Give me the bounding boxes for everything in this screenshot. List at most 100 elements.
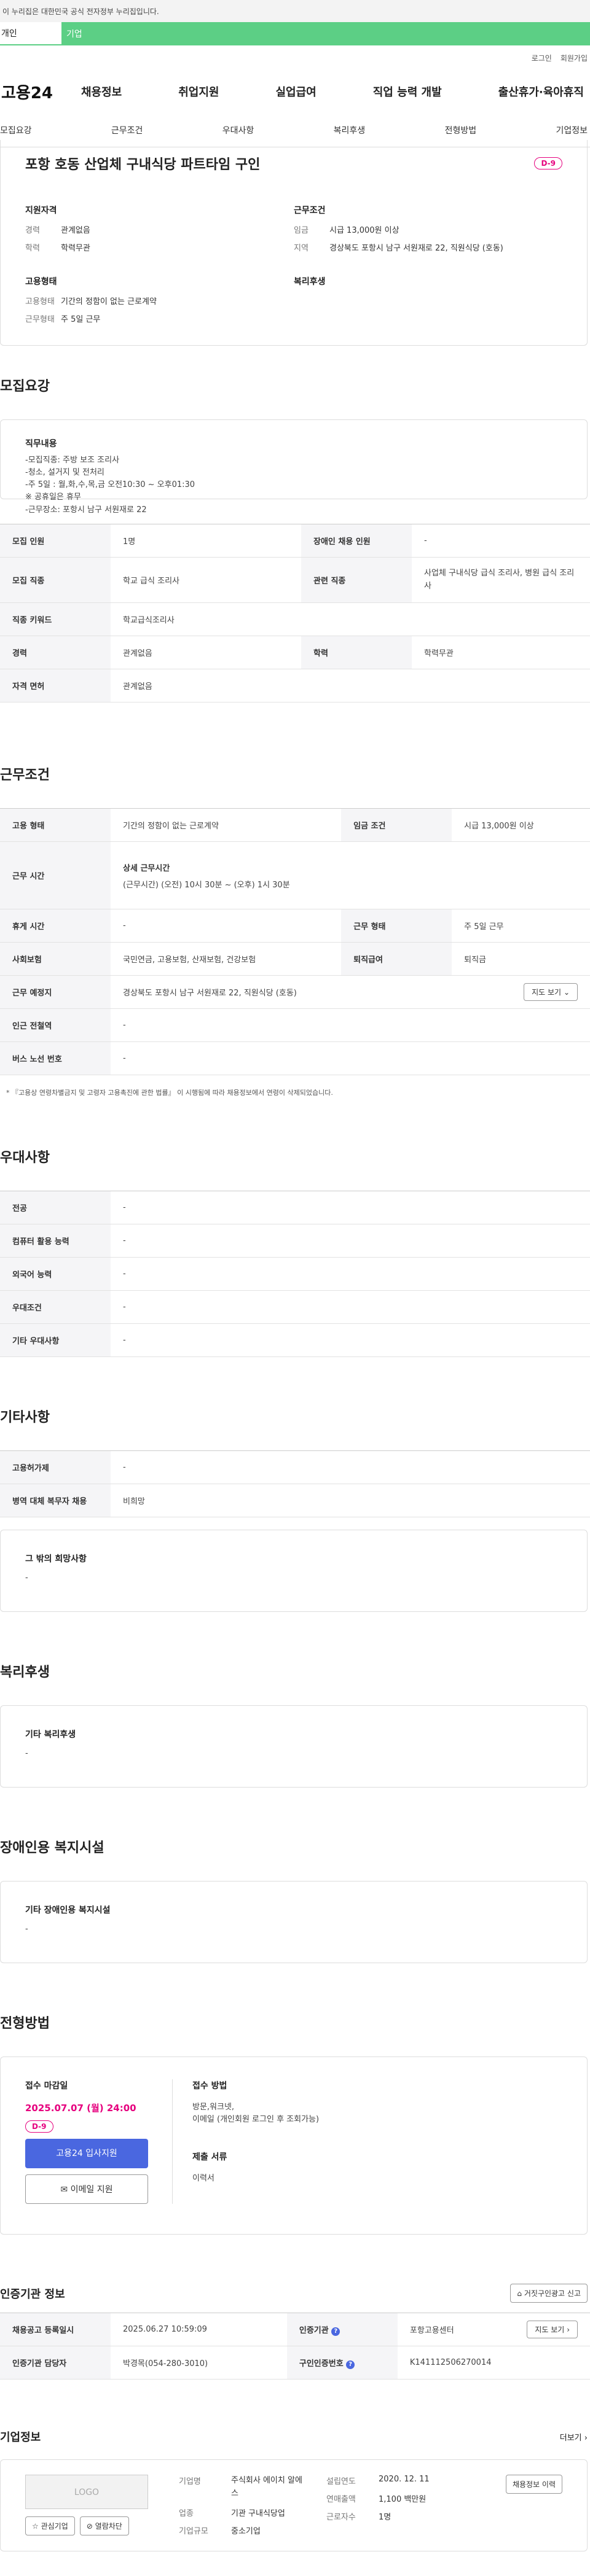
table-row: 근무 시간 상세 근무시간 (근무시간) (오전) 10시 30분 ~ (오후)… [0, 841, 590, 909]
th: 고용 형태 [0, 808, 111, 842]
kv-label: 근무형태 [25, 315, 55, 324]
th: 자격 면허 [0, 669, 111, 702]
td: - [111, 1450, 590, 1484]
th: 휴게 시간 [0, 909, 111, 943]
home-icon: ⌂ [517, 2289, 522, 2298]
chevron-right-icon: › [584, 2433, 588, 2443]
td: - [111, 1224, 590, 1258]
th: 채용공고 등록일시 [0, 2313, 111, 2346]
disabled-box: 기타 장애인용 복지시설 - [0, 1881, 588, 1963]
dday-badge: D-9 [534, 157, 562, 169]
kv-value: 관계없음 [61, 226, 90, 235]
other-wish-value: - [25, 1573, 28, 1582]
info-icon[interactable]: ? [346, 2360, 355, 2369]
th: 인증기관 담당자 [0, 2346, 111, 2379]
tab-business[interactable]: 기업 [61, 22, 590, 45]
kv-label: 기업명 [179, 2477, 201, 2486]
cert-map-button[interactable]: 지도 보기 › [527, 2321, 578, 2338]
login-links: 로그인 회원가입 [0, 45, 590, 70]
company-industry: 기관 구내식당업 [231, 2508, 285, 2518]
cert-agency-value: 포항고용센터 [409, 2326, 454, 2335]
th: 기타 우대사항 [0, 1323, 111, 1357]
duty-box: 직무내용 -모집직종: 주방 보조 조리사 -청소, 설거지 및 전처리 -주 … [0, 419, 588, 515]
mail-icon: ✉ [60, 2185, 68, 2195]
docs-label: 제출 서류 [192, 2152, 227, 2163]
gov-banner: 이 누리집은 대한민국 공식 전자정부 누리집입니다. [0, 0, 590, 22]
tab-individual[interactable]: 개인 [0, 22, 61, 45]
other-wish-box: 그 밖의 희망사항 - [0, 1530, 588, 1612]
company-more-label: 더보기 [559, 2433, 582, 2443]
th: 우대조건 [0, 1290, 111, 1324]
th: 전공 [0, 1191, 111, 1224]
apply-button[interactable]: 고용24 입사지원 [25, 2139, 148, 2168]
company-more-link[interactable]: 더보기 › [560, 2431, 588, 2443]
subnav-conditions[interactable]: 근무조건 [111, 124, 143, 136]
table-row: 컴퓨터 활용 능력 - [0, 1224, 590, 1258]
block-view-button[interactable]: ⊘ 열람차단 [79, 2516, 129, 2535]
kv-label: 설립연도 [326, 2477, 356, 2486]
th: 직종 키워드 [0, 602, 111, 636]
info-icon[interactable]: ? [331, 2327, 340, 2336]
th: 임금 조건 [341, 808, 452, 842]
etc-table: 고용허가제 - 병역 대체 복무자 채용 비희망 [0, 1450, 590, 1517]
table-row: 우대조건 - [0, 1290, 590, 1324]
td: 상세 근무시간 (근무시간) (오전) 10시 30분 ~ (오후) 1시 30… [111, 841, 590, 909]
gnb-item-employment-support[interactable]: 취업지원 [178, 84, 219, 99]
kv-label: 기업규모 [179, 2526, 208, 2536]
th-label: 인증기관 [299, 2325, 329, 2335]
report-fake-ad-button[interactable]: ⌂ 거짓구인광고 신고 [510, 2284, 588, 2303]
job-history-button[interactable]: 채용정보 이력 [505, 2475, 562, 2494]
site-logo[interactable]: 고용24 [1, 80, 69, 103]
table-row: 인증기관 담당자 박경목(054-280-3010) 구인인증번호 ? K141… [0, 2346, 590, 2379]
email-apply-button[interactable]: ✉ 이메일 지원 [25, 2174, 148, 2204]
kv-label: 근로자수 [326, 2513, 356, 2522]
th: 근무 예정지 [0, 975, 111, 1009]
subnav-recruit[interactable]: 모집요강 [0, 124, 32, 136]
company-logo: LOGO [25, 2475, 148, 2509]
kv-label: 학력 [25, 244, 40, 253]
td: 포항고용센터 지도 보기 › [397, 2313, 590, 2346]
td: 관계없음 [111, 669, 590, 702]
subnav-company[interactable]: 기업정보 [556, 124, 588, 136]
td: 경상북도 포항시 남구 서원재로 22, 직원식당 (호동) 지도 보기 ⌄ [111, 975, 590, 1009]
gnb-item-parental-leave[interactable]: 출산휴가·육아휴직 [498, 84, 584, 99]
td: 주 5일 근무 [452, 909, 590, 943]
td: 학교급식조리사 [111, 602, 590, 636]
th: 장애인 채용 인원 [301, 524, 412, 558]
qualification-title: 지원자격 [25, 206, 57, 216]
table-row: 모집 직종 학교 급식 조리사 관련 직종 사업체 구내식당 급식 조리사, 병… [0, 557, 590, 603]
table-row: 모집 인원 1명 장애인 채용 인원 - [0, 524, 590, 558]
table-row: 고용허가제 - [0, 1450, 590, 1484]
signup-link[interactable]: 회원가입 [560, 53, 588, 63]
report-fake-ad-label: 거짓구인광고 신고 [524, 2289, 581, 2298]
favorite-company-button[interactable]: ☆ 관심기업 [25, 2516, 75, 2535]
table-row: 고용 형태 기간의 정함이 없는 근로계약 임금 조건 시급 13,000원 이… [0, 808, 590, 842]
th: 학력 [301, 636, 412, 669]
table-row: 인근 전철역 - [0, 1008, 590, 1042]
subnav-welfare[interactable]: 복리후생 [334, 124, 366, 136]
td: - [111, 1257, 590, 1291]
company-size: 중소기업 [231, 2526, 261, 2536]
kv-label: 경력 [25, 226, 40, 235]
preference-table: 전공 - 컴퓨터 활용 능력 - 외국어 능력 - 우대조건 - 기타 우대사항 - [0, 1191, 590, 1357]
section-title-company: 기업정보 [0, 2431, 41, 2444]
subnav-selection[interactable]: 전형방법 [445, 124, 477, 136]
td: 1명 [111, 524, 301, 558]
method-line: 이메일 (개인회원 로그인 후 조회가능) [192, 2115, 320, 2125]
section-title-etc: 기타사항 [0, 1410, 50, 1425]
th: 사회보험 [0, 942, 111, 976]
map-view-button[interactable]: 지도 보기 ⌄ [524, 983, 578, 1001]
recruit-table: 모집 인원 1명 장애인 채용 인원 - 모집 직종 학교 급식 조리사 관련 … [0, 524, 590, 702]
kv-label: 업종 [179, 2508, 194, 2518]
login-link[interactable]: 로그인 [532, 53, 552, 63]
td: - [111, 909, 342, 943]
table-row: 외국어 능력 - [0, 1257, 590, 1291]
cert-table: 채용공고 등록일시 2025.06.27 10:59:09 인증기관 ? 포항고… [0, 2313, 590, 2379]
gnb-item-unemployment-benefit[interactable]: 실업급여 [276, 84, 317, 99]
method-line: 방문,워크넷, [192, 2103, 235, 2112]
gnb-item-vocational-training[interactable]: 직업 능력 개발 [373, 84, 442, 99]
subnav-preference[interactable]: 우대사항 [222, 124, 254, 136]
table-row: 직종 키워드 학교급식조리사 [0, 602, 590, 636]
gnb-item-jobs[interactable]: 채용정보 [81, 84, 122, 99]
block-icon: ⊘ [86, 2522, 93, 2531]
